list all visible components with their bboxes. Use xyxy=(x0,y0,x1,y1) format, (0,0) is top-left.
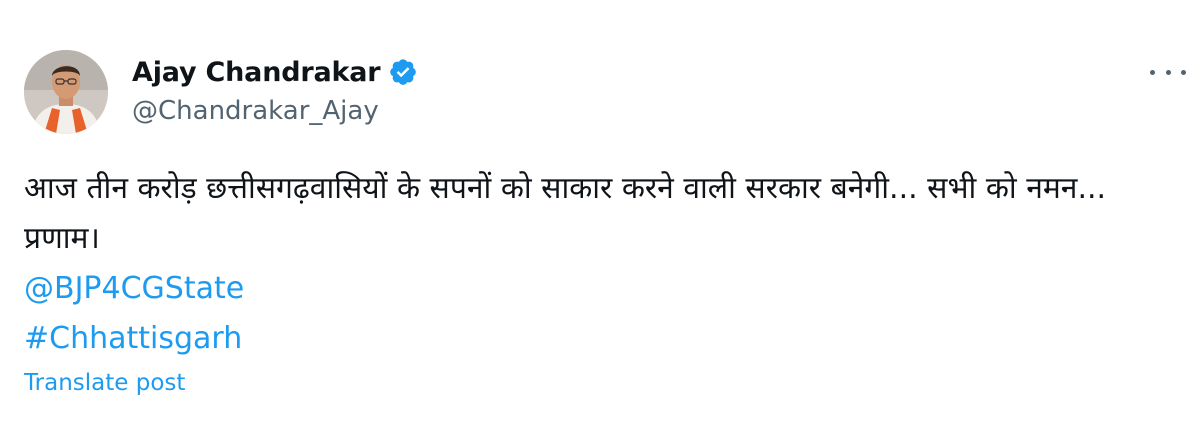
ellipsis-icon xyxy=(1150,69,1155,75)
ellipsis-icon xyxy=(1181,69,1186,75)
more-options-button[interactable] xyxy=(1150,60,1186,84)
mention-link[interactable]: @BJP4CGState xyxy=(24,264,1184,314)
ellipsis-icon xyxy=(1165,69,1171,75)
tweet-card: Ajay Chandrakar @Chandrakar_Ajay आज तीन … xyxy=(0,0,1200,430)
tweet-text: आज तीन करोड़ छत्तीसगढ़वासियों के सपनों क… xyxy=(24,171,1107,256)
author-avatar[interactable] xyxy=(24,50,108,134)
translate-post-link[interactable]: Translate post xyxy=(24,370,185,396)
author-display-name[interactable]: Ajay Chandrakar xyxy=(132,57,381,88)
tweet-body: आज तीन करोड़ छत्तीसगढ़वासियों के सपनों क… xyxy=(24,164,1184,364)
author-block: Ajay Chandrakar @Chandrakar_Ajay xyxy=(132,52,418,126)
avatar-photo xyxy=(24,50,108,134)
verified-badge-icon xyxy=(388,57,418,87)
author-name-row: Ajay Chandrakar xyxy=(132,52,418,92)
author-handle[interactable]: @Chandrakar_Ajay xyxy=(132,96,418,126)
hashtag-link[interactable]: #Chhattisgarh xyxy=(24,314,1184,364)
